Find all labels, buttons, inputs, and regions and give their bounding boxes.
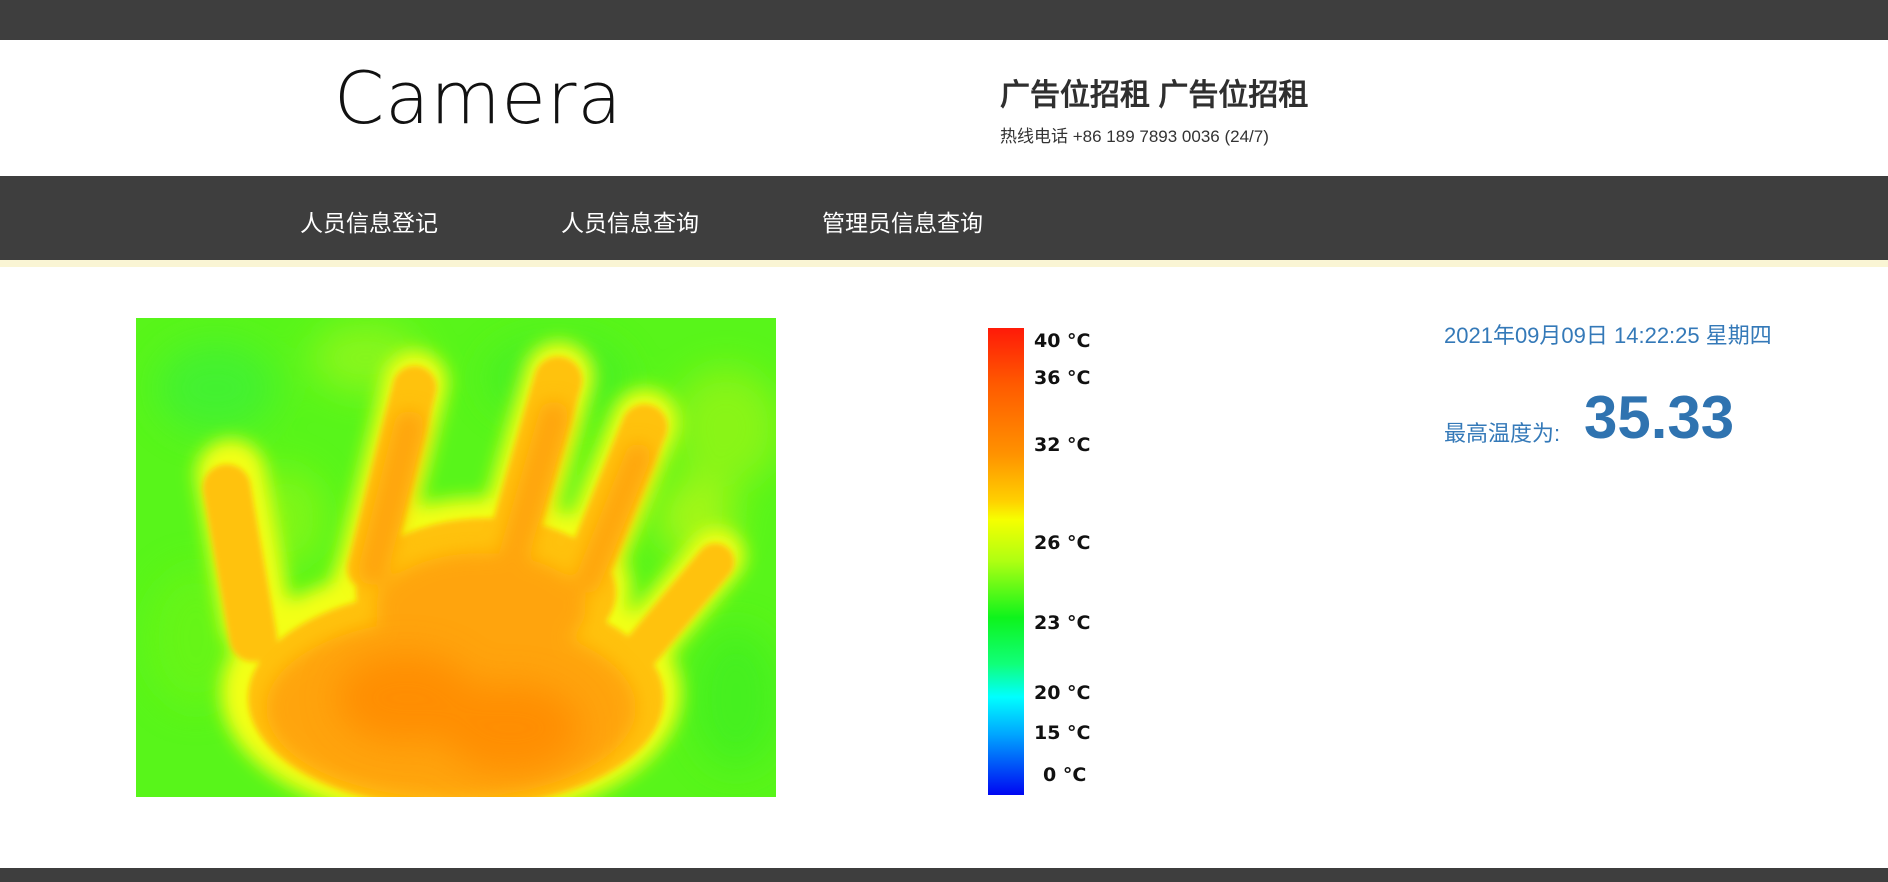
ad-banner-title: 广告位招租 广告位招租 xyxy=(1000,79,1309,112)
nav-item-query[interactable]: 人员信息查询 xyxy=(561,204,699,238)
hotline-text: 热线电话 +86 189 7893 0036 (24/7) xyxy=(1000,127,1269,146)
main-nav: 人员信息登记 人员信息查询 管理员信息查询 xyxy=(0,176,1888,260)
header xyxy=(0,40,1888,176)
top-strip xyxy=(0,0,1888,40)
camera-logo[interactable]: Camera xyxy=(334,62,623,134)
thermal-image xyxy=(136,318,776,797)
nav-item-admin-query[interactable]: 管理员信息查询 xyxy=(822,204,983,238)
scale-tick-26: 26 °C xyxy=(1034,532,1091,554)
scale-tick-15: 15 °C xyxy=(1034,722,1091,744)
scale-tick-32: 32 °C xyxy=(1034,434,1091,456)
scale-tick-20: 20 °C xyxy=(1034,682,1091,704)
scale-tick-36: 36 °C xyxy=(1034,367,1091,389)
footer-strip xyxy=(0,868,1888,882)
max-temperature-label: 最高温度为: xyxy=(1444,421,1561,446)
datetime-display: 2021年09月09日 14:22:25 星期四 xyxy=(1444,323,1772,348)
nav-accent-line xyxy=(0,260,1888,267)
scale-tick-0: 0 °C xyxy=(1043,764,1087,786)
scale-tick-40: 40 °C xyxy=(1034,330,1091,352)
nav-item-register[interactable]: 人员信息登记 xyxy=(300,204,438,238)
scale-tick-23: 23 °C xyxy=(1034,612,1091,634)
max-temperature-value: 35.33 xyxy=(1584,384,1735,451)
temperature-scale-bar xyxy=(988,328,1024,795)
